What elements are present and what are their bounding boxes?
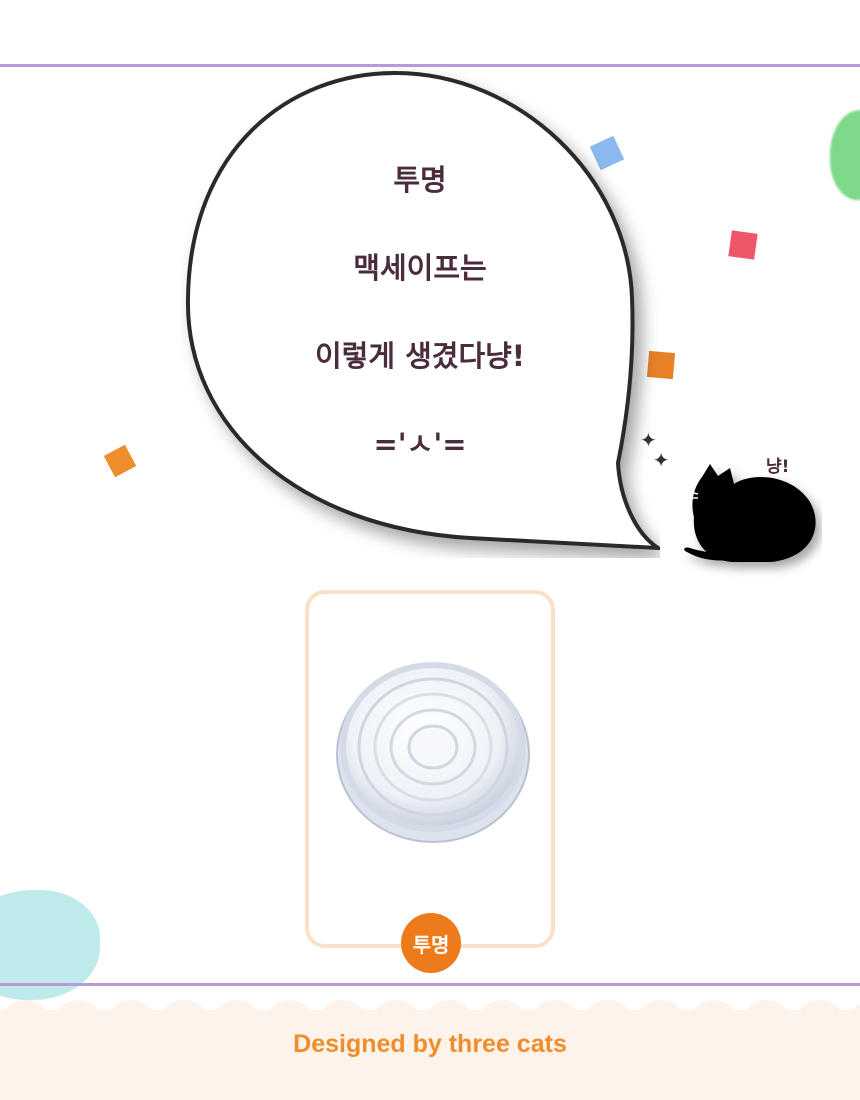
footer-credit: Designed by three cats [293,1030,567,1058]
color-badge: 투명 [401,913,461,973]
scallop-border [0,1000,860,1025]
green-paint-blob [830,110,860,200]
bubble-line-4: ='ㅅ'= [373,427,467,461]
bubble-text: 투명 맥세이프는 이렇게 생겼다냥! ='ㅅ'= [220,150,620,502]
confetti-orange-left [103,444,137,478]
product-card[interactable]: 투명 [305,590,555,973]
bottom-divider [0,983,860,986]
bubble-line-2: 맥세이프는 [353,251,487,285]
confetti-pink [728,230,758,260]
bubble-line-3: 이렇게 생겼다냥! [314,339,526,373]
clear-magsafe-ring-image [336,662,530,843]
sparkle-icon: ✦ ✦ [640,428,670,472]
top-divider [0,64,860,67]
bubble-line-1: 투명 [393,163,447,197]
black-cat-icon [679,464,816,562]
